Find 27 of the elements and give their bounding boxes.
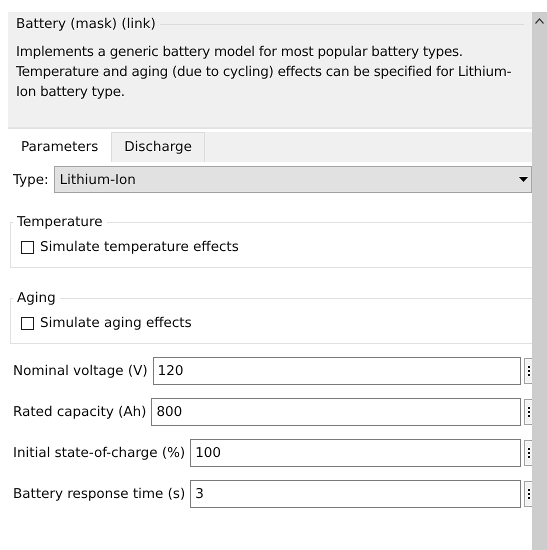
field-label: Nominal voltage (V) xyxy=(13,363,149,379)
group-title: Temperature xyxy=(16,214,104,230)
field-label: Battery response time (s) xyxy=(13,486,186,502)
block-description: Implements a generic battery model for most popular battery types. Temperature and aging (due to cycling) effects can be specified for Lithium-Ion battery type. xyxy=(16,43,512,102)
more-button[interactable] xyxy=(524,358,532,384)
type-dropdown[interactable]: Lithium-Ion xyxy=(54,166,532,193)
input-field[interactable]: 120 xyxy=(152,357,521,385)
tab[interactable]: Discharge xyxy=(111,132,205,162)
tab[interactable]: Parameters xyxy=(8,130,112,162)
input-field[interactable]: 800 xyxy=(151,398,521,426)
field-label: Initial state-of-charge (%) xyxy=(13,445,186,461)
scroll-up-icon xyxy=(535,18,544,24)
checkbox[interactable] xyxy=(21,316,34,330)
block-title: Battery (mask) (link) xyxy=(16,16,156,32)
checkbox-label: Simulate temperature effects xyxy=(40,239,239,255)
more-button[interactable] xyxy=(524,440,532,466)
more-button[interactable] xyxy=(524,399,532,425)
input-field[interactable]: 100 xyxy=(190,439,521,467)
checkbox-label: Simulate aging effects xyxy=(40,315,192,331)
caret-icon xyxy=(519,177,528,182)
input-field[interactable]: 3 xyxy=(190,480,521,508)
type-label: Type: xyxy=(12,172,50,188)
more-button[interactable] xyxy=(524,481,532,507)
group-title: Aging xyxy=(16,290,57,306)
checkbox[interactable] xyxy=(21,240,34,254)
field-label: Rated capacity (Ah) xyxy=(13,404,148,420)
scrollbar[interactable] xyxy=(532,12,547,550)
